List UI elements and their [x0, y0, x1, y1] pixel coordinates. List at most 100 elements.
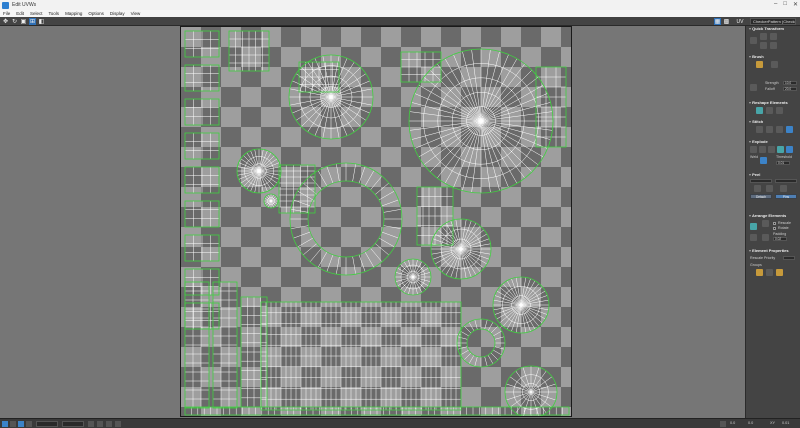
zoom-value[interactable]: 0.01 [782, 421, 789, 425]
checker-icon[interactable]: ▩ [723, 18, 730, 25]
u-coordinate[interactable]: 0.0 [730, 421, 735, 425]
menu-select[interactable]: Select [30, 11, 43, 16]
select-vertex-icon[interactable] [2, 421, 8, 427]
menu-mapping[interactable]: Mapping [65, 11, 82, 16]
straighten-icon[interactable] [770, 42, 777, 49]
grow-icon[interactable] [88, 421, 94, 427]
app-icon [2, 1, 9, 9]
rollout-explode[interactable]: Explode [747, 139, 800, 144]
pack-normalize-icon[interactable] [750, 223, 757, 230]
stitch-target-icon[interactable] [766, 126, 773, 133]
v-coordinate[interactable]: 0.0 [748, 421, 753, 425]
rotate-icon[interactable]: ↻ [11, 18, 18, 25]
grid-icon[interactable]: ▦ [714, 18, 721, 25]
menu-tools[interactable]: Tools [49, 11, 60, 16]
peel-pin-icon[interactable] [780, 185, 787, 192]
uv-tile[interactable] [180, 26, 572, 417]
ring-icon[interactable] [115, 421, 121, 427]
falloff-spinner[interactable]: 20.0 [783, 87, 797, 91]
stitch-average-icon[interactable] [776, 126, 783, 133]
menu-edit[interactable]: Edit [16, 11, 24, 16]
align-v-icon[interactable] [770, 33, 777, 40]
rollout-quick-transform[interactable]: Quick Transform [747, 26, 800, 31]
peel-detach-button[interactable]: Detach [750, 194, 772, 199]
peel-header[interactable]: Peel [747, 172, 800, 177]
peel-pins-button[interactable]: Pins [775, 194, 797, 199]
flatten-by-material-icon[interactable] [786, 146, 793, 153]
threshold-spinner[interactable]: 0.01 [776, 161, 790, 165]
reshape-elements-header[interactable]: Reshape Elements [747, 100, 800, 105]
flatten-by-angle-icon[interactable] [768, 146, 775, 153]
select-element-icon[interactable] [26, 421, 32, 427]
selection-mode-field[interactable] [36, 421, 58, 427]
group-select-icon[interactable] [756, 269, 763, 276]
peel-seams-field[interactable] [750, 179, 772, 183]
uv-viewport[interactable] [0, 26, 745, 418]
rollout-stitch[interactable]: Stitch [747, 119, 800, 124]
pivot-icon[interactable] [750, 37, 757, 44]
group-set-icon[interactable] [766, 269, 773, 276]
rescale-checkbox[interactable] [773, 222, 776, 225]
stitch-source-icon[interactable] [756, 126, 763, 133]
pack-custom-icon[interactable] [750, 234, 757, 241]
flatten-icon[interactable] [776, 107, 783, 114]
rescale-priority-field[interactable] [783, 256, 795, 260]
stitch-custom-icon[interactable] [786, 126, 793, 133]
pack-together-icon[interactable] [762, 220, 769, 227]
maximize-icon[interactable]: □ [783, 1, 787, 8]
element-properties-header[interactable]: Element Properties [747, 248, 800, 253]
relax-brush-icon[interactable] [756, 61, 763, 68]
menu-file[interactable]: File [3, 11, 10, 16]
detach-icon[interactable] [759, 146, 766, 153]
threshold-label: Threshold [776, 155, 792, 159]
move-icon[interactable]: ✥ [2, 18, 9, 25]
menu-options[interactable]: Options [88, 11, 104, 16]
rollout-peel[interactable]: Peel [747, 172, 800, 177]
select-face-icon[interactable] [18, 421, 24, 427]
uv-canvas[interactable] [181, 27, 572, 417]
pinch-brush-icon[interactable] [771, 61, 778, 68]
groups-label: Groups [750, 263, 762, 267]
relax-icon[interactable] [766, 107, 773, 114]
peel-reset-icon[interactable] [766, 185, 773, 192]
close-icon[interactable]: ✕ [793, 1, 798, 8]
lock-icon[interactable] [720, 421, 726, 427]
brush-icon[interactable] [750, 84, 757, 91]
peel-quick-icon[interactable] [754, 185, 761, 192]
menu-display[interactable]: Display [110, 11, 125, 16]
peel-mode-field[interactable] [775, 179, 797, 183]
flatten-by-smoothing-icon[interactable] [777, 146, 784, 153]
modifier-panel: Quick Transform Brush Strength 10.0 Fall… [745, 26, 800, 418]
quick-transform-header[interactable]: Quick Transform [747, 26, 800, 31]
arrange-header[interactable]: Arrange Elements [747, 213, 800, 218]
uv-mode-label[interactable]: UV [732, 18, 748, 25]
soft-selection-field[interactable] [62, 421, 84, 427]
rollout-arrange[interactable]: Arrange Elements [747, 213, 800, 218]
mirror-icon[interactable]: ◧ [38, 18, 45, 25]
shrink-icon[interactable] [97, 421, 103, 427]
rollout-reshape[interactable]: Brush [747, 54, 800, 59]
align-u-icon[interactable] [760, 42, 767, 49]
rollout-element-properties[interactable]: Element Properties [747, 248, 800, 253]
texture-dropdown[interactable]: CheckerPattern (Checker) [750, 18, 796, 25]
pack-uniform-icon[interactable] [762, 234, 769, 241]
explode-header[interactable]: Explode [747, 139, 800, 144]
straighten-selection-icon[interactable] [756, 107, 763, 114]
window-controls: – □ ✕ [774, 1, 798, 8]
reshape-header[interactable]: Brush [747, 54, 800, 59]
select-edge-icon[interactable] [10, 421, 16, 427]
padding-spinner[interactable]: 0.02 [773, 237, 787, 241]
group-clear-icon[interactable] [776, 269, 783, 276]
rollout-reshape-elements[interactable]: Reshape Elements [747, 100, 800, 105]
break-icon[interactable] [750, 146, 757, 153]
menu-view[interactable]: View [131, 11, 141, 16]
minimize-icon[interactable]: – [774, 1, 777, 8]
rotate-checkbox[interactable] [773, 227, 776, 230]
freeform-icon[interactable]: ⊞ [29, 18, 36, 25]
stitch-header[interactable]: Stitch [747, 119, 800, 124]
loop-icon[interactable] [106, 421, 112, 427]
weld-selected-icon[interactable] [760, 157, 767, 164]
strength-spinner[interactable]: 10.0 [783, 81, 797, 85]
scale-icon[interactable]: ▣ [20, 18, 27, 25]
align-icon[interactable] [760, 33, 767, 40]
